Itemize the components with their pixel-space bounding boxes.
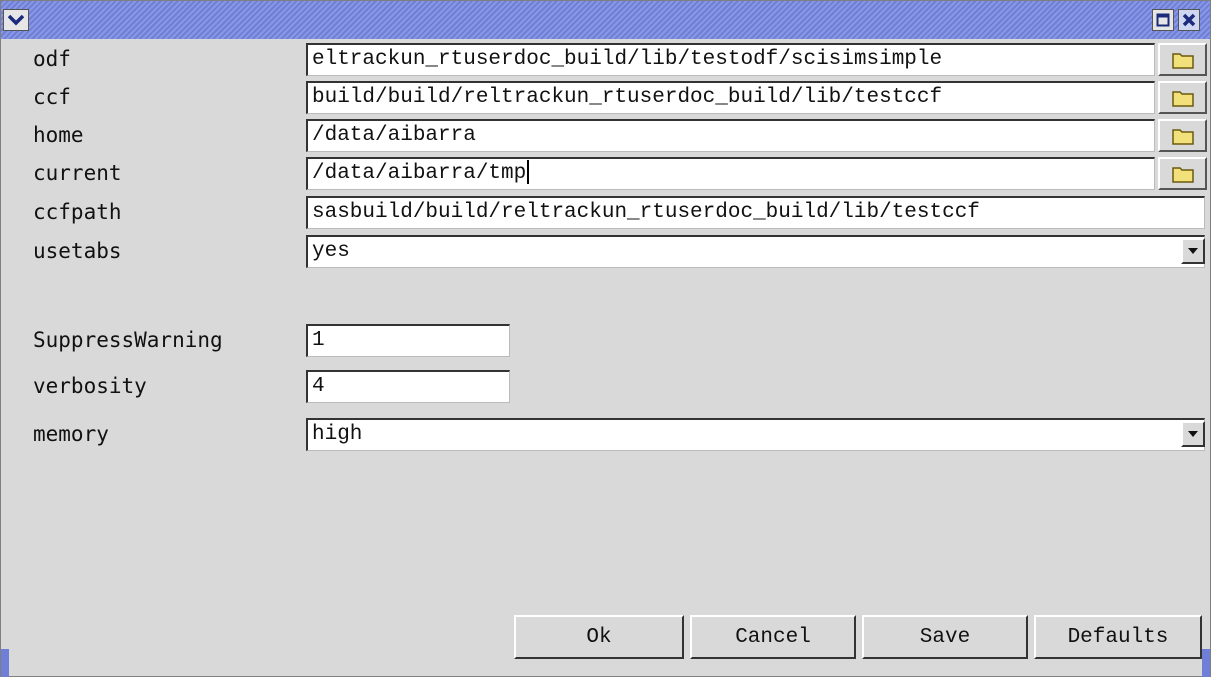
home-browse-button[interactable] <box>1158 119 1207 152</box>
maximize-button[interactable] <box>1152 9 1174 31</box>
usetabs-select[interactable]: yes <box>306 235 1205 268</box>
defaults-button[interactable]: Defaults <box>1034 615 1202 659</box>
usetabs-dropdown-button[interactable] <box>1181 238 1205 264</box>
memory-dropdown-button[interactable] <box>1181 421 1205 447</box>
chevron-down-icon <box>7 14 25 26</box>
field-label-ccfpath: ccfpath <box>33 200 122 224</box>
ccf-input[interactable]: build/build/reltrackun_rtuserdoc_build/l… <box>306 81 1155 114</box>
folder-icon <box>1171 166 1194 183</box>
field-label-odf: odf <box>33 47 71 71</box>
odf-browse-button[interactable] <box>1158 43 1207 76</box>
folder-icon <box>1171 90 1194 107</box>
folder-icon <box>1171 52 1194 69</box>
field-label-memory: memory <box>33 422 109 446</box>
field-label-ccf: ccf <box>33 85 71 109</box>
dropdown-arrow-icon <box>1188 431 1198 437</box>
field-label-suppresswarning: SuppressWarning <box>33 328 223 352</box>
close-button[interactable] <box>1178 9 1200 31</box>
close-icon <box>1182 13 1196 27</box>
field-label-usetabs: usetabs <box>33 239 122 263</box>
folder-icon <box>1171 128 1194 145</box>
verbosity-input[interactable]: 4 <box>306 370 510 403</box>
save-button[interactable]: Save <box>862 615 1028 659</box>
maximize-icon <box>1156 13 1170 27</box>
title-bar[interactable] <box>1 1 1210 39</box>
window-border-left <box>1 649 9 677</box>
text-cursor <box>527 160 530 185</box>
window-menu-button[interactable] <box>3 9 29 31</box>
ccfpath-input[interactable]: sasbuild/build/reltrackun_rtuserdoc_buil… <box>306 196 1205 229</box>
odf-input[interactable]: eltrackun_rtuserdoc_build/lib/testodf/sc… <box>306 43 1155 76</box>
ccf-browse-button[interactable] <box>1158 81 1207 114</box>
memory-select[interactable]: high <box>306 418 1205 451</box>
ok-button[interactable]: Ok <box>514 615 684 659</box>
suppresswarning-input[interactable]: 1 <box>306 324 510 357</box>
window-border-right <box>1202 649 1210 677</box>
field-label-verbosity: verbosity <box>33 374 147 398</box>
home-input[interactable]: /data/aibarra <box>306 119 1155 152</box>
window-left-edge <box>1 39 9 649</box>
parameters-panel: odf eltrackun_rtuserdoc_build/lib/testod… <box>9 39 1207 649</box>
current-input[interactable]: /data/aibarra/tmp <box>306 157 1155 190</box>
current-browse-button[interactable] <box>1158 157 1207 190</box>
current-input-text: /data/aibarra/tmp <box>312 162 527 185</box>
field-label-home: home <box>33 123 84 147</box>
parameter-dialog-window: odf eltrackun_rtuserdoc_build/lib/testod… <box>0 0 1211 677</box>
dropdown-arrow-icon <box>1188 248 1198 254</box>
cancel-button[interactable]: Cancel <box>690 615 856 659</box>
field-label-current: current <box>33 161 122 185</box>
